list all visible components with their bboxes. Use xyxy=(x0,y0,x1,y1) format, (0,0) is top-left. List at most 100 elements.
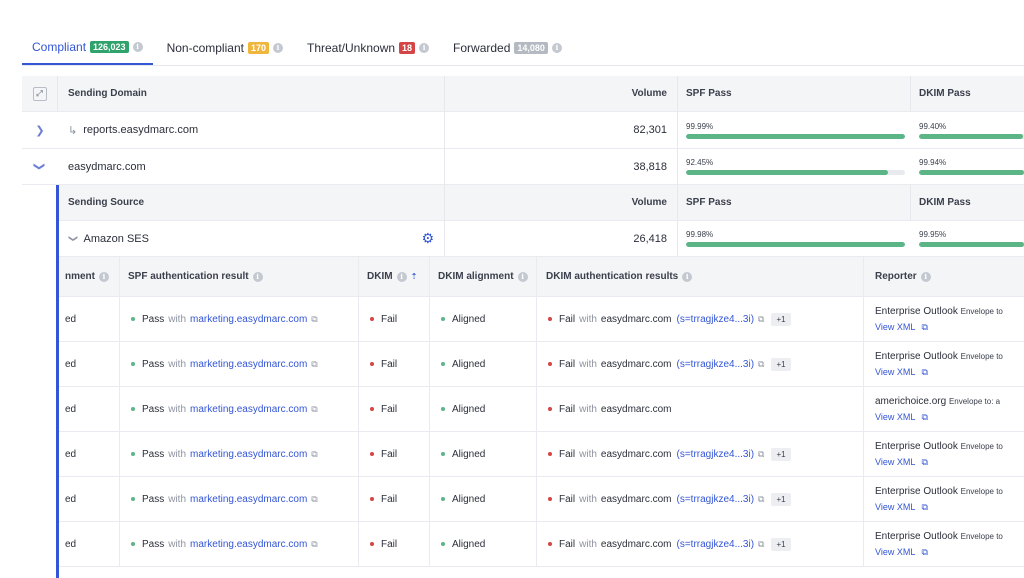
count-badge: 126,023 xyxy=(90,40,129,53)
dkim-selector-link[interactable]: (s=trragjkze4...3i) xyxy=(677,359,755,370)
dkim-domain: easydmarc.com xyxy=(600,358,672,370)
info-icon[interactable]: i xyxy=(252,271,263,282)
view-xml-link[interactable]: View XML xyxy=(875,502,915,512)
external-link-icon[interactable]: ⧉ xyxy=(311,359,317,370)
view-xml-link[interactable]: View XML xyxy=(875,412,915,422)
table-row[interactable]: ❯ Amazon SES ⚙ 26,418 99.98% 99.95% xyxy=(59,221,1024,257)
dkim-pass-bar xyxy=(919,133,1024,139)
col-volume[interactable]: Volume xyxy=(445,76,678,111)
info-icon[interactable]: i xyxy=(551,42,562,53)
table-row[interactable]: ed Pass with marketing.easydmarc.com ⧉ F… xyxy=(59,432,1024,477)
col-alignment[interactable]: nment i xyxy=(59,257,120,296)
spf-auth-cell: Pass with marketing.easydmarc.com ⧉ xyxy=(120,342,359,386)
col-label: nment xyxy=(65,271,95,282)
more-results-badge[interactable]: +1 xyxy=(771,357,791,371)
sort-icon[interactable]: ⇡ xyxy=(411,272,418,281)
with-text: with xyxy=(168,403,187,415)
tab-forwarded[interactable]: Forwarded 14,080 i xyxy=(443,30,572,65)
col-sending-source[interactable]: Sending Source xyxy=(59,185,445,220)
view-xml-link[interactable]: View XML xyxy=(875,322,915,332)
tab-compliant[interactable]: Compliant 126,023 i xyxy=(22,30,153,65)
chevron-right-icon[interactable]: ❯ xyxy=(35,124,44,137)
col-spf-pass[interactable]: SPF Pass xyxy=(678,76,911,111)
more-results-badge[interactable]: +1 xyxy=(771,492,791,506)
tab-non-compliant[interactable]: Non-compliant 170 i xyxy=(157,30,293,65)
view-xml-link[interactable]: View XML xyxy=(875,457,915,467)
tab-threat-unknown[interactable]: Threat/Unknown 18 i xyxy=(297,30,439,65)
external-link-icon[interactable]: ⧉ xyxy=(758,314,764,325)
dkim-domain: easydmarc.com xyxy=(600,448,672,460)
table-row[interactable]: ed Pass with marketing.easydmarc.com ⧉ F… xyxy=(59,522,1024,567)
gear-icon[interactable]: ⚙ xyxy=(421,230,434,247)
external-link-icon[interactable]: ⧉ xyxy=(758,494,764,505)
info-icon[interactable]: i xyxy=(682,271,693,282)
table-row[interactable]: ❯ ↳ reports.easydmarc.com 82,301 99.99% … xyxy=(22,112,1024,149)
info-icon[interactable]: i xyxy=(396,271,407,282)
col-dkim[interactable]: DKIM i ⇡ xyxy=(359,257,430,296)
table-row[interactable]: ed Pass with marketing.easydmarc.com ⧉ F… xyxy=(59,387,1024,432)
external-link-icon[interactable]: ⧉ xyxy=(922,502,928,512)
info-icon[interactable]: i xyxy=(517,271,528,282)
col-spf-auth[interactable]: SPF authentication result i xyxy=(120,257,359,296)
more-results-badge[interactable]: +1 xyxy=(771,447,791,461)
dkim-selector-link[interactable]: (s=trragjkze4...3i) xyxy=(677,494,755,505)
info-icon[interactable]: i xyxy=(99,271,109,282)
chevron-down-icon[interactable]: ❯ xyxy=(34,162,47,171)
info-icon[interactable]: i xyxy=(272,42,283,53)
dkim-cell: Fail xyxy=(359,432,430,476)
table-row[interactable]: ed Pass with marketing.easydmarc.com ⧉ F… xyxy=(59,342,1024,387)
info-icon[interactable]: i xyxy=(132,41,143,52)
more-results-badge[interactable]: +1 xyxy=(771,537,791,551)
external-link-icon[interactable]: ⧉ xyxy=(311,494,317,505)
col-dkim-auth[interactable]: DKIM authentication results i xyxy=(537,257,864,296)
spf-domain-link[interactable]: marketing.easydmarc.com xyxy=(190,449,307,460)
external-link-icon[interactable]: ⧉ xyxy=(758,359,764,370)
external-link-icon[interactable]: ⧉ xyxy=(311,449,317,460)
external-link-icon[interactable]: ⧉ xyxy=(922,322,928,332)
dkim-auth-result: Fail xyxy=(559,358,576,370)
dkim-domain: easydmarc.com xyxy=(600,403,672,415)
dkim-auth-result: Fail xyxy=(559,448,576,460)
col-sending-domain[interactable]: Sending Domain xyxy=(58,76,445,111)
subdomain-arrow-icon: ↳ xyxy=(68,124,78,137)
col-dkim-alignment[interactable]: DKIM alignment i xyxy=(430,257,537,296)
external-link-icon[interactable]: ⧉ xyxy=(311,404,317,415)
reporter-name: Enterprise Outlook xyxy=(875,350,958,362)
reporter-cell: americhoice.org Envelope to: a View XML … xyxy=(864,387,1024,431)
external-link-icon[interactable]: ⧉ xyxy=(922,367,928,377)
col-reporter[interactable]: Reporter i xyxy=(864,257,1024,296)
spf-domain-link[interactable]: marketing.easydmarc.com xyxy=(190,314,307,325)
more-results-badge[interactable]: +1 xyxy=(771,312,791,326)
col-volume[interactable]: Volume xyxy=(445,185,678,220)
dkim-selector-link[interactable]: (s=trragjkze4...3i) xyxy=(677,314,755,325)
view-xml-link[interactable]: View XML xyxy=(875,367,915,377)
col-dkim-pass[interactable]: DKIM Pass xyxy=(911,76,1024,111)
info-icon[interactable]: i xyxy=(419,42,430,53)
external-link-icon[interactable]: ⧉ xyxy=(922,457,928,467)
dkim-pass-cell: 99.94% xyxy=(911,149,1024,184)
table-row[interactable]: ed Pass with marketing.easydmarc.com ⧉ F… xyxy=(59,477,1024,522)
table-row[interactable]: ed Pass with marketing.easydmarc.com ⧉ F… xyxy=(59,297,1024,342)
info-icon[interactable]: i xyxy=(920,271,931,282)
external-link-icon[interactable]: ⧉ xyxy=(311,314,317,325)
chevron-down-icon[interactable]: ❯ xyxy=(67,235,78,243)
col-dkim-pass[interactable]: DKIM Pass xyxy=(911,185,1024,220)
table-row[interactable]: ❯ easydmarc.com 38,818 92.45% 99.94% xyxy=(22,149,1024,185)
external-link-icon[interactable]: ⧉ xyxy=(922,547,928,557)
external-link-icon[interactable]: ⧉ xyxy=(311,539,317,550)
dkim-selector-link[interactable]: (s=trragjkze4...3i) xyxy=(677,539,755,550)
external-link-icon[interactable]: ⧉ xyxy=(758,449,764,460)
reporter-name: Enterprise Outlook xyxy=(875,530,958,542)
count-badge: 14,080 xyxy=(514,41,548,54)
expand-all-icon[interactable]: ⤢ xyxy=(32,86,47,101)
spf-domain-link[interactable]: marketing.easydmarc.com xyxy=(190,494,307,505)
external-link-icon[interactable]: ⧉ xyxy=(922,412,928,422)
dkim-selector-link[interactable]: (s=trragjkze4...3i) xyxy=(677,449,755,460)
spf-domain-link[interactable]: marketing.easydmarc.com xyxy=(190,539,307,550)
spf-domain-link[interactable]: marketing.easydmarc.com xyxy=(190,359,307,370)
dkim-result: Fail xyxy=(381,358,398,370)
view-xml-link[interactable]: View XML xyxy=(875,547,915,557)
spf-domain-link[interactable]: marketing.easydmarc.com xyxy=(190,404,307,415)
col-spf-pass[interactable]: SPF Pass xyxy=(678,185,911,220)
external-link-icon[interactable]: ⧉ xyxy=(758,539,764,550)
